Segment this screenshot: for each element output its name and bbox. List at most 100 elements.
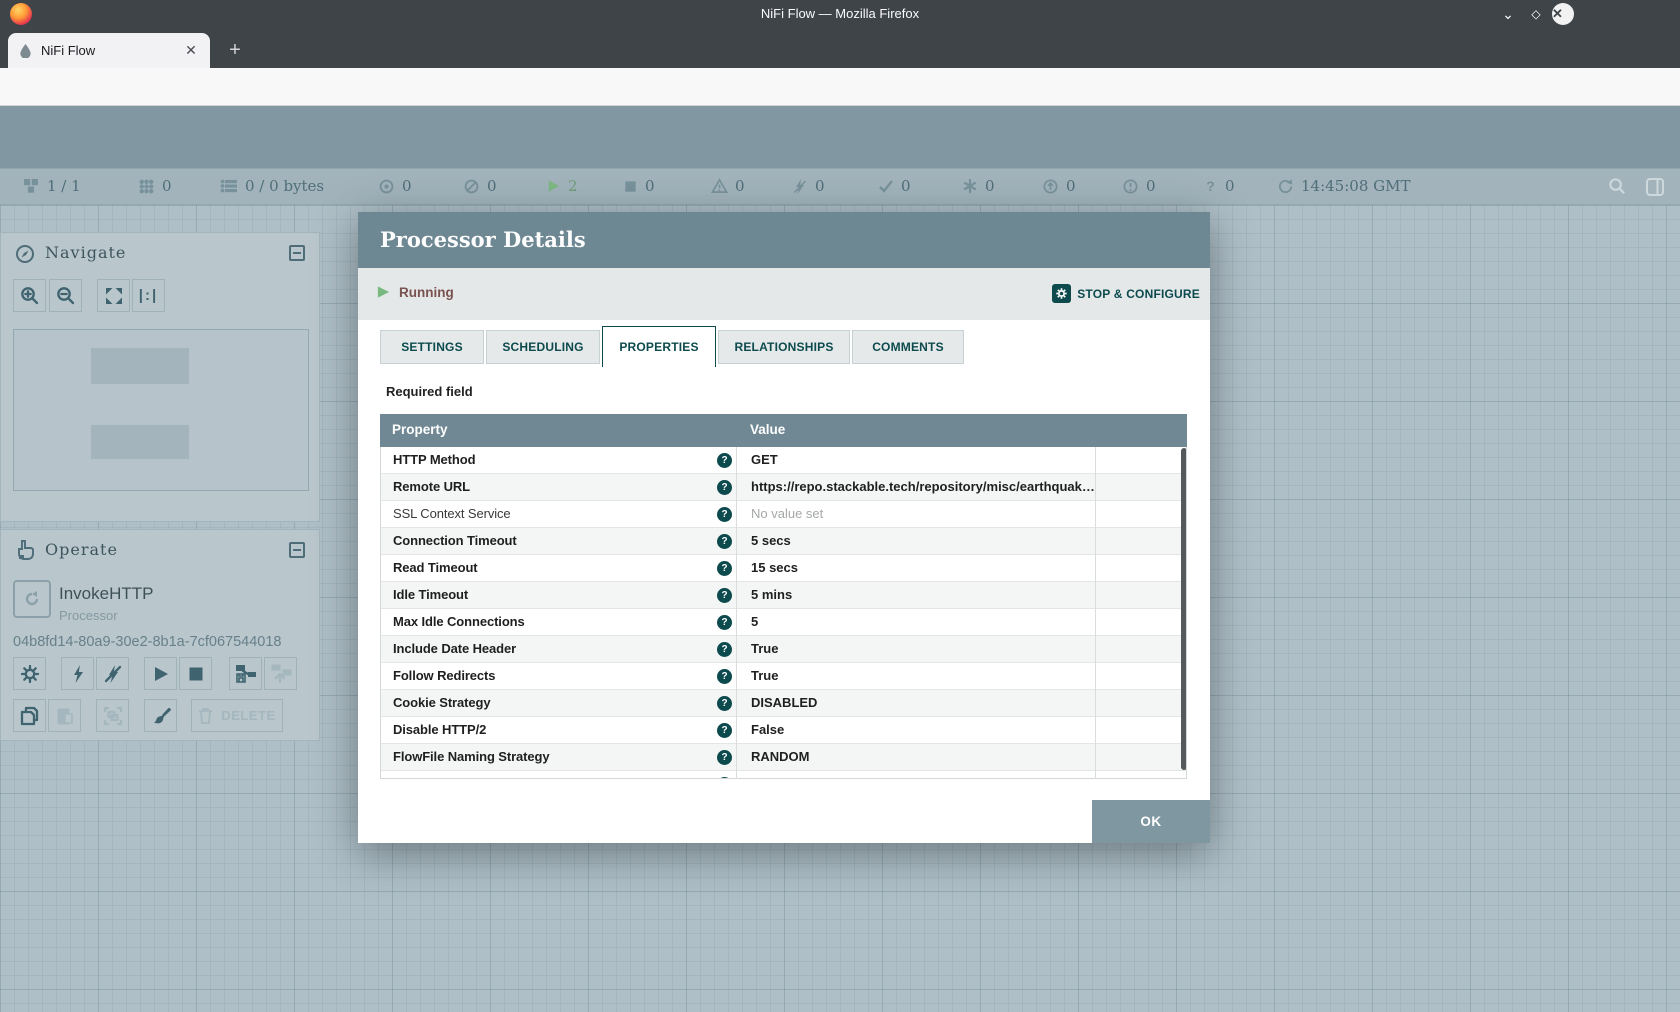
status-connected-nodes: 1 / 1	[22, 177, 81, 195]
search-icon[interactable]	[1608, 177, 1627, 196]
property-row: Attributes to Send?No value set	[381, 771, 1186, 779]
tab-comments[interactable]: COMMENTS	[852, 330, 964, 364]
refresh-status[interactable]: 14:45:08 GMT	[1277, 177, 1410, 195]
operate-panel: Operate InvokeHTTP Processor 04b8fd14-80…	[0, 529, 320, 741]
navigate-panel: Navigate |:|	[0, 232, 320, 522]
tab-relationships[interactable]: RELATIONSHIPS	[718, 330, 850, 364]
property-row: Include Date Header?True	[381, 636, 1186, 663]
status-locally-modified-stale: 0	[1122, 177, 1156, 195]
group-button	[96, 699, 129, 732]
browser-tabstrip: NiFi Flow ✕ +	[0, 28, 1680, 68]
birdseye-minimap[interactable]	[13, 329, 309, 491]
property-row: Connection Timeout?5 secs	[381, 528, 1186, 555]
processor-run-status: Running	[376, 284, 454, 300]
processor-details-dialog: Processor Details Running STOP & CONFIGU…	[358, 212, 1210, 843]
help-icon[interactable]: ?	[717, 723, 732, 738]
help-icon[interactable]: ?	[717, 561, 732, 576]
running-play-icon	[376, 284, 391, 300]
window-close-button[interactable]: ✕	[1552, 3, 1574, 25]
status-sync-failure: ? 0	[1203, 177, 1235, 195]
status-locally-modified: 0	[962, 177, 995, 195]
help-icon[interactable]: ?	[717, 777, 732, 779]
enable-button[interactable]	[61, 657, 94, 690]
dialog-status-row: Running STOP & CONFIGURE	[358, 268, 1210, 320]
window-minimize-button[interactable]: ⌄	[1496, 2, 1520, 26]
hand-pointer-icon	[15, 539, 35, 561]
zoom-out-button[interactable]	[49, 279, 82, 312]
minimap-processor	[91, 425, 189, 459]
nifi-header: nifi admin LOG OUT	[0, 106, 1680, 168]
properties-table: HTTP Method?GET Remote URL?https://repo.…	[380, 447, 1187, 779]
operate-title: Operate	[45, 540, 118, 559]
window-maximize-button[interactable]: ◇	[1524, 2, 1548, 26]
panel-toggle-icon[interactable]	[1645, 177, 1665, 197]
color-brush-button[interactable]	[144, 699, 177, 732]
stop-button[interactable]	[179, 657, 212, 690]
configure-button[interactable]	[13, 657, 46, 690]
dialog-header: Processor Details	[358, 212, 1210, 268]
operate-collapse-button[interactable]	[289, 542, 305, 558]
property-row: Remote URL?https://repo.stackable.tech/r…	[381, 474, 1186, 501]
tab-scheduling[interactable]: SCHEDULING	[486, 330, 600, 364]
nifi-status-bar: 1 / 1 0 0 / 0 bytes 0 0 2 0 0 0 0	[0, 168, 1680, 205]
copy-button[interactable]	[13, 699, 46, 732]
help-icon[interactable]: ?	[717, 453, 732, 468]
status-stale: 0	[1042, 177, 1076, 195]
property-row: FlowFile Naming Strategy?RANDOM	[381, 744, 1186, 771]
help-icon[interactable]: ?	[717, 750, 732, 765]
tab-properties[interactable]: PROPERTIES	[602, 326, 716, 367]
help-icon[interactable]: ?	[717, 615, 732, 630]
help-icon[interactable]: ?	[717, 480, 732, 495]
property-row: Idle Timeout?5 mins	[381, 582, 1186, 609]
compass-icon	[15, 244, 35, 264]
configure-gear-icon	[1052, 284, 1071, 303]
help-icon[interactable]: ?	[717, 696, 732, 711]
last-refresh-time: 14:45:08 GMT	[1301, 177, 1410, 195]
property-row: HTTP Method?GET	[381, 447, 1186, 474]
zoom-actual-size-button[interactable]: |:|	[132, 279, 165, 312]
tab-settings[interactable]: SETTINGS	[380, 330, 484, 364]
navigate-collapse-button[interactable]	[289, 245, 305, 261]
dialog-title: Processor Details	[380, 227, 586, 252]
selected-component-id: 04b8fd14-80a9-30e2-8b1a-7cf067544018	[13, 634, 281, 650]
refresh-icon[interactable]	[1277, 178, 1294, 195]
help-icon[interactable]: ?	[717, 588, 732, 603]
browser-toolbar: ← → https://172.18.0.3:32558/nifi/?proce…	[0, 68, 1680, 106]
window-titlebar: NiFi Flow — Mozilla Firefox ⌄ ◇ ✕	[0, 0, 1680, 28]
zoom-in-button[interactable]	[13, 279, 46, 312]
table-scrollbar[interactable]	[1181, 448, 1187, 770]
zoom-fit-button[interactable]	[97, 279, 130, 312]
save-template-button[interactable]	[229, 657, 262, 690]
window-title: NiFi Flow — Mozilla Firefox	[0, 0, 1680, 28]
browser-tab[interactable]: NiFi Flow ✕	[8, 33, 210, 68]
status-not-transmitting: 0	[463, 177, 497, 195]
column-property: Property	[392, 422, 448, 437]
selected-component-type: Processor	[59, 608, 118, 623]
status-queued: 0 / 0 bytes	[220, 177, 324, 195]
column-value: Value	[750, 422, 785, 437]
help-icon[interactable]: ?	[717, 507, 732, 522]
status-running: 2	[546, 177, 578, 195]
property-row: Follow Redirects?True	[381, 663, 1186, 690]
status-up-to-date: 0	[878, 177, 911, 195]
stop-and-configure-button[interactable]: STOP & CONFIGURE	[1052, 284, 1200, 303]
tab-title: NiFi Flow	[41, 43, 174, 58]
nifi-favicon-icon	[18, 43, 33, 58]
help-icon[interactable]: ?	[717, 534, 732, 549]
start-button[interactable]	[144, 657, 177, 690]
status-active-threads: 0	[138, 177, 172, 195]
column-divider	[736, 447, 737, 779]
disable-button[interactable]	[96, 657, 129, 690]
status-invalid: 0	[711, 177, 745, 195]
upload-template-button	[264, 657, 297, 690]
property-row: Cookie Strategy?DISABLED	[381, 690, 1186, 717]
new-tab-button[interactable]: +	[222, 38, 248, 64]
processor-stamp-icon	[13, 580, 51, 618]
column-divider	[1095, 447, 1096, 779]
ok-button[interactable]: OK	[1092, 800, 1210, 843]
help-icon[interactable]: ?	[717, 669, 732, 684]
navigate-title: Navigate	[45, 243, 126, 262]
tab-close-icon[interactable]: ✕	[182, 42, 200, 59]
minimap-processor	[91, 348, 189, 384]
help-icon[interactable]: ?	[717, 642, 732, 657]
